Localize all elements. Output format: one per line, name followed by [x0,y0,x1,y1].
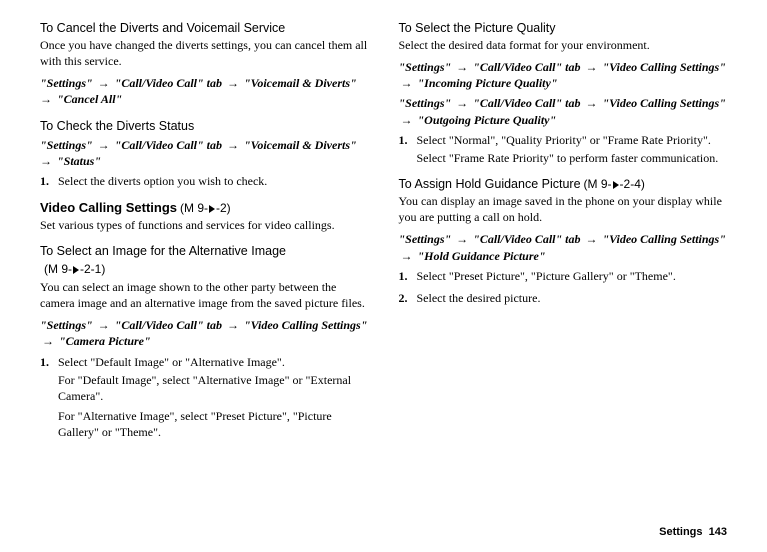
heading-picture-quality: To Select the Picture Quality [399,20,728,37]
arrow-icon: → [581,96,603,110]
path-seg: "Call/Video Call" tab [473,96,580,110]
heading-video-calling-settings-row: Video Calling Settings (M 9- -2) [40,199,369,217]
path-seg: "Video Calling Settings" [603,96,726,110]
path-seg: "Settings" [399,60,452,74]
path-seg: "Voicemail & Diverts" [244,138,357,152]
step-alt-1-sub1: For "Default Image", select "Alternative… [58,372,369,404]
path-seg: "Incoming Picture Quality" [418,76,558,90]
arrow-icon: → [581,60,603,74]
step-quality-1-sub: Select "Frame Rate Priority" to perform … [417,150,728,166]
path-seg: "Settings" [399,96,452,110]
step-text: Select the diverts option you wish to ch… [58,173,369,189]
step-hold-1: 1. Select "Preset Picture", "Picture Gal… [399,268,728,284]
path-seg: "Settings" [399,232,452,246]
heading-hold-guidance: To Assign Hold Guidance Picture [399,177,581,191]
triangle-right-icon [613,181,619,189]
arrow-icon: → [451,60,473,74]
step-text: Select the desired picture. [417,290,728,306]
path-seg: "Voicemail & Diverts" [244,76,357,90]
heading-alt-image: To Select an Image for the Alternative I… [40,243,369,260]
step-number: 1. [40,173,58,189]
step-number: 1. [399,132,417,148]
path-seg: "Video Calling Settings" [244,318,367,332]
path-cancel-all: "Settings" → "Call/Video Call" tab → "Vo… [40,75,369,107]
step-alt-1: 1. Select "Default Image" or "Alternativ… [40,354,369,370]
left-column: To Cancel the Diverts and Voicemail Serv… [40,18,369,445]
path-seg: "Settings" [40,318,93,332]
step-quality-1: 1. Select "Normal", "Quality Priority" o… [399,132,728,148]
path-incoming-quality: "Settings" → "Call/Video Call" tab → "Vi… [399,59,728,91]
heading-cancel-diverts: To Cancel the Diverts and Voicemail Serv… [40,20,369,37]
menu-code: (M 9- -2) [180,201,231,215]
arrow-icon: → [93,138,115,152]
path-seg: "Call/Video Call" tab [115,76,222,90]
step-number: 2. [399,290,417,306]
text-picture-quality-desc: Select the desired data format for your … [399,37,728,53]
arrow-icon: → [451,232,473,246]
step-alt-1-sub2: For "Alternative Image", select "Preset … [58,408,369,440]
arrow-icon: → [451,96,473,110]
code-suffix: -2-1) [80,262,105,276]
arrow-icon: → [581,232,603,246]
path-outgoing-quality: "Settings" → "Call/Video Call" tab → "Vi… [399,95,728,127]
path-seg: "Video Calling Settings" [603,232,726,246]
right-column: To Select the Picture Quality Select the… [399,18,728,445]
step-text: Select "Normal", "Quality Priority" or "… [417,132,728,148]
path-seg: "Status" [57,154,101,168]
step-check-1: 1. Select the diverts option you wish to… [40,173,369,189]
path-hold-guidance: "Settings" → "Call/Video Call" tab → "Vi… [399,231,728,263]
triangle-right-icon [209,205,215,213]
text-video-calling-desc: Set various types of functions and servi… [40,217,369,233]
arrow-icon: → [222,76,244,90]
footer-page-number: 143 [709,526,727,538]
code-prefix: (M 9- [180,201,208,215]
code-prefix: (M 9- [44,262,72,276]
path-seg: "Settings" [40,138,93,152]
path-seg: "Call/Video Call" tab [115,318,222,332]
path-camera-picture: "Settings" → "Call/Video Call" tab → "Vi… [40,317,369,349]
code-prefix: (M 9- [584,177,612,191]
page-footer: Settings 143 [659,525,727,540]
arrow-icon: → [399,113,418,127]
path-seg: "Cancel All" [57,92,122,106]
path-status: "Settings" → "Call/Video Call" tab → "Vo… [40,137,369,169]
code-suffix: -2) [216,201,231,215]
step-number: 1. [40,354,58,370]
triangle-right-icon [73,266,79,274]
arrow-icon: → [40,334,59,348]
menu-code-alt: (M 9- -2-1) [44,261,369,277]
heading-hold-guidance-row: To Assign Hold Guidance Picture (M 9- -2-… [399,176,728,193]
heading-check-status: To Check the Diverts Status [40,118,369,135]
path-seg: "Call/Video Call" tab [473,232,580,246]
arrow-icon: → [399,249,418,263]
text-cancel-diverts-desc: Once you have changed the diverts settin… [40,37,369,69]
path-seg: "Camera Picture" [59,334,151,348]
path-seg: "Video Calling Settings" [603,60,726,74]
path-seg: "Call/Video Call" tab [473,60,580,74]
arrow-icon: → [399,76,418,90]
path-seg: "Settings" [40,76,93,90]
step-number: 1. [399,268,417,284]
footer-label: Settings [659,526,702,538]
path-seg: "Hold Guidance Picture" [418,249,546,263]
text-alt-image-desc: You can select an image shown to the oth… [40,279,369,311]
code-suffix: -2-4) [620,177,645,191]
menu-code-hold: (M 9- -2-4) [584,177,645,191]
arrow-icon: → [222,318,244,332]
text-hold-guidance-desc: You can display an image saved in the ph… [399,193,728,225]
arrow-icon: → [93,76,115,90]
step-text: Select "Default Image" or "Alternative I… [58,354,369,370]
arrow-icon: → [222,138,244,152]
path-seg: "Outgoing Picture Quality" [418,113,557,127]
path-seg: "Call/Video Call" tab [115,138,222,152]
step-text: Select "Preset Picture", "Picture Galler… [417,268,728,284]
heading-video-calling-settings: Video Calling Settings [40,200,177,215]
step-hold-2: 2. Select the desired picture. [399,290,728,306]
arrow-icon: → [93,318,115,332]
